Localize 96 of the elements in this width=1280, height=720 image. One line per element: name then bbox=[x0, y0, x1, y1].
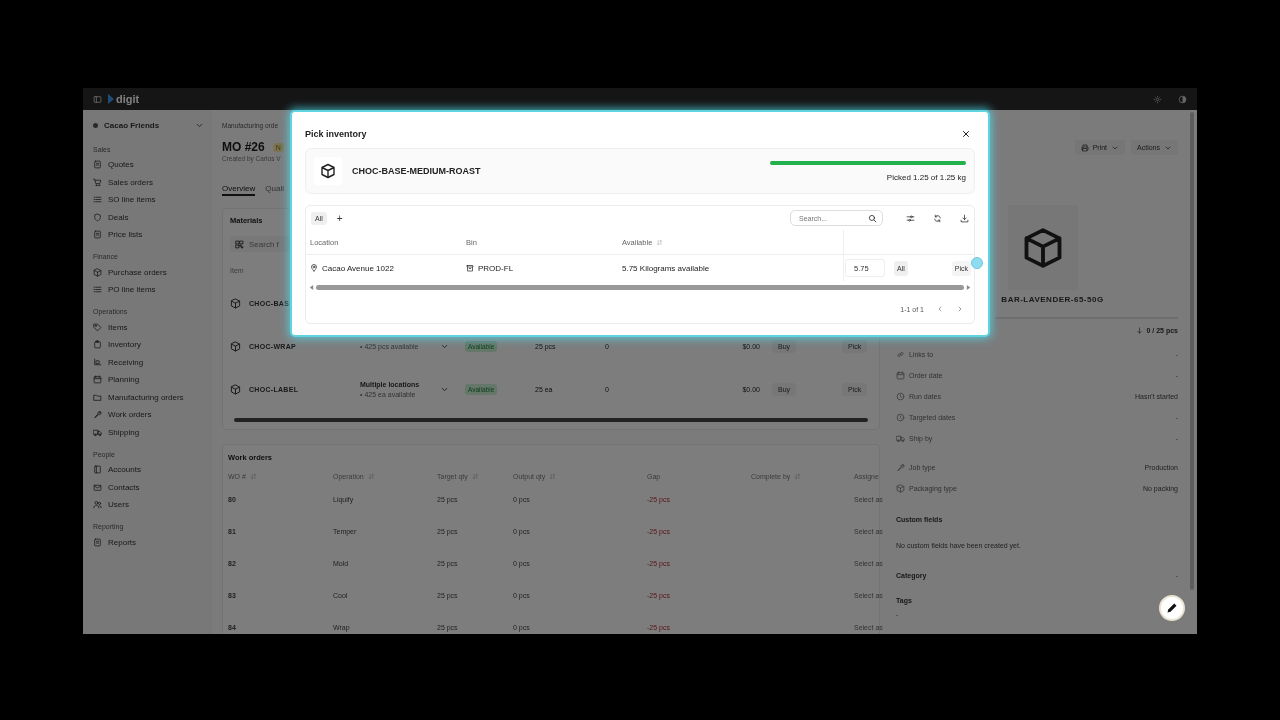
folder-icon bbox=[93, 392, 102, 402]
download-icon bbox=[960, 213, 969, 223]
chevron-right-icon bbox=[956, 305, 964, 313]
cube-icon bbox=[896, 484, 905, 493]
clock-icon bbox=[896, 391, 905, 401]
pen-icon bbox=[1166, 602, 1178, 614]
sidebar-item[interactable]: Receiving bbox=[93, 353, 204, 371]
filter-icon bbox=[906, 213, 915, 223]
product-name: CHOC-BASE-MEDIUM-ROAST bbox=[352, 166, 482, 176]
download-button[interactable] bbox=[960, 213, 969, 223]
sidebar-item[interactable]: Contacts bbox=[93, 478, 204, 496]
link-icon bbox=[896, 349, 905, 359]
scrollbar[interactable] bbox=[316, 284, 964, 290]
tab[interactable]: Quali bbox=[265, 182, 285, 196]
cube-icon bbox=[230, 298, 241, 309]
chevron-down-icon[interactable] bbox=[440, 342, 449, 351]
book-icon bbox=[93, 465, 102, 475]
list-icon bbox=[93, 285, 102, 295]
scrollbar[interactable] bbox=[234, 418, 868, 422]
sidebar-item[interactable]: SO line items bbox=[93, 191, 204, 209]
sidebar-item[interactable]: PO line items bbox=[93, 281, 204, 299]
sidebar-item[interactable]: Sales orders bbox=[93, 173, 204, 191]
location-pin-icon bbox=[310, 264, 318, 272]
shield-icon bbox=[93, 212, 102, 222]
sidebar-item[interactable]: Reports bbox=[93, 533, 204, 551]
sidebar-item[interactable]: Inventory bbox=[93, 336, 204, 354]
clipboard-icon bbox=[93, 340, 102, 350]
archive-icon bbox=[466, 264, 474, 272]
chevron-left-icon bbox=[936, 305, 944, 313]
page-title: MO #26 bbox=[222, 140, 265, 154]
close-icon bbox=[961, 129, 971, 139]
sidebar-toggle-icon[interactable] bbox=[93, 94, 102, 104]
cube-icon bbox=[230, 384, 241, 395]
logo-mark-icon bbox=[108, 94, 114, 104]
sort-icon[interactable] bbox=[549, 472, 557, 480]
sidebar-item[interactable]: Purchase orders bbox=[93, 263, 204, 281]
calendar-icon bbox=[93, 375, 102, 385]
wrench-icon bbox=[896, 463, 905, 472]
table-cell: Cacao Avenue 1022 bbox=[322, 263, 394, 273]
tab[interactable]: Overview bbox=[222, 182, 256, 196]
truck-icon bbox=[896, 433, 905, 443]
arrow-down-icon bbox=[1136, 326, 1144, 334]
search-icon[interactable] bbox=[868, 213, 877, 223]
sidebar-item[interactable]: Users bbox=[93, 496, 204, 514]
document-icon bbox=[93, 160, 102, 170]
scroll-right-icon[interactable] bbox=[966, 284, 971, 290]
sidebar-item[interactable]: Accounts bbox=[93, 461, 204, 479]
close-button[interactable] bbox=[961, 129, 971, 139]
picked-text: Picked 1.25 of 1.25 kg bbox=[886, 172, 966, 182]
document-icon bbox=[93, 230, 102, 240]
printer-icon bbox=[1080, 143, 1089, 152]
sort-icon[interactable] bbox=[794, 472, 802, 480]
sidebar-item[interactable]: Shipping bbox=[93, 423, 204, 441]
sidebar-item[interactable]: Planning bbox=[93, 371, 204, 389]
table-cell: 5.75 Kilograms available bbox=[622, 263, 710, 273]
filter-button[interactable] bbox=[906, 213, 915, 223]
dialog-title: Pick inventory bbox=[305, 129, 368, 139]
sidebar-item[interactable]: Deals bbox=[93, 208, 204, 226]
truck-icon bbox=[93, 427, 102, 437]
chevron-down-icon[interactable] bbox=[440, 385, 449, 394]
sidebar-item[interactable]: Items bbox=[93, 318, 204, 336]
next-page-button[interactable] bbox=[956, 305, 964, 313]
sidebar-item[interactable]: Price lists bbox=[93, 226, 204, 244]
clock-icon bbox=[896, 412, 905, 422]
sidebar-item[interactable]: Quotes bbox=[93, 156, 204, 174]
sort-icon[interactable] bbox=[249, 472, 257, 480]
sort-icon[interactable] bbox=[367, 472, 375, 480]
sidebar-item[interactable]: Manufacturing orders bbox=[93, 388, 204, 406]
users-icon bbox=[93, 500, 102, 510]
cube-icon bbox=[93, 267, 102, 277]
tag-icon bbox=[93, 322, 102, 332]
logo-text: digit bbox=[116, 93, 140, 105]
cube-icon bbox=[230, 341, 241, 352]
cube-icon bbox=[320, 163, 336, 179]
qr-code-icon[interactable] bbox=[235, 239, 244, 249]
wrench-icon bbox=[93, 410, 102, 420]
document-icon bbox=[93, 537, 102, 547]
dolly-icon bbox=[93, 357, 102, 367]
settings-icon[interactable] bbox=[1153, 94, 1162, 104]
table-cell: PROD-FL bbox=[478, 263, 514, 273]
add-button[interactable]: + bbox=[332, 212, 347, 224]
refresh-button[interactable] bbox=[933, 213, 942, 223]
sidebar-item[interactable]: Work orders bbox=[93, 406, 204, 424]
edit-button[interactable] bbox=[1159, 595, 1185, 621]
refresh-icon bbox=[933, 213, 942, 223]
workspace-switcher[interactable]: Cacao Friends bbox=[93, 114, 204, 136]
sort-icon[interactable] bbox=[656, 238, 664, 246]
list-icon bbox=[93, 195, 102, 205]
scroll-left-icon[interactable] bbox=[309, 284, 314, 290]
half-circle-icon[interactable] bbox=[1178, 94, 1187, 104]
calendar-icon bbox=[896, 370, 905, 380]
sort-icon[interactable] bbox=[471, 472, 479, 480]
product-name: BAR-LAVENDER-65-50G bbox=[1001, 295, 1104, 306]
cart-icon bbox=[93, 177, 102, 187]
previous-page-button[interactable] bbox=[936, 305, 944, 313]
mail-icon bbox=[93, 482, 102, 492]
